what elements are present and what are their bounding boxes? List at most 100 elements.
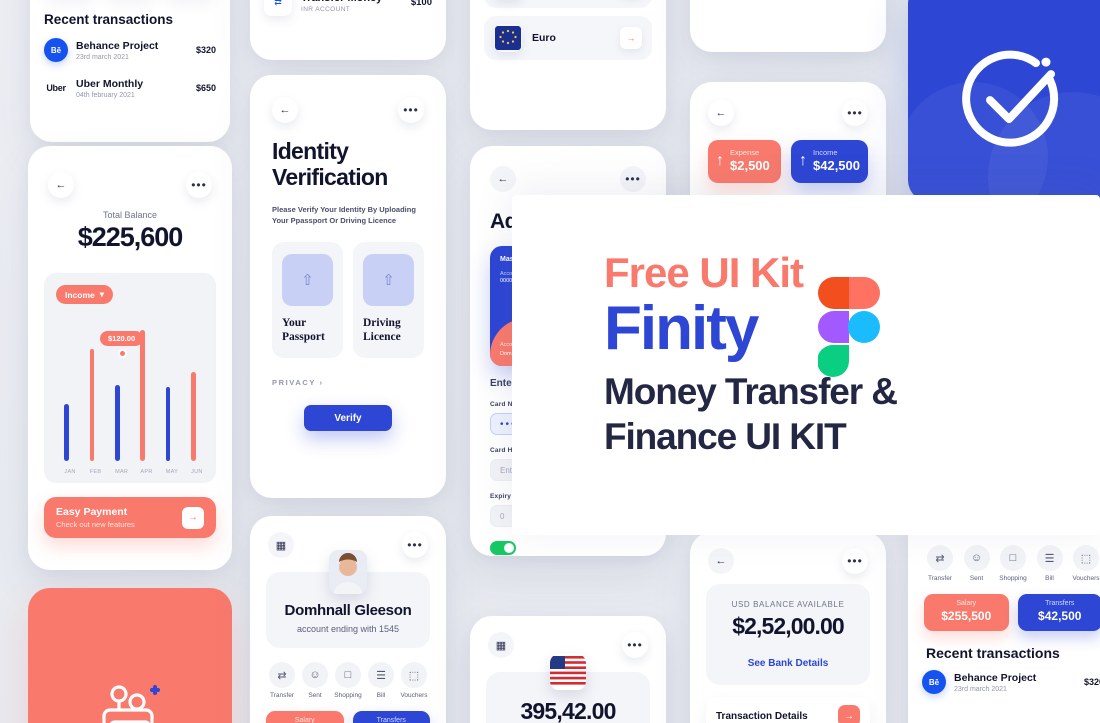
easy-payment-text: Easy Payment Check out new features xyxy=(56,506,135,529)
chart-bar[interactable] xyxy=(140,329,145,461)
quick-actions: ⇄ Transfer ☺ Sent □ Shopping ☰ Bill ⬚ Vouchers xyxy=(250,648,446,699)
quick-action-label: Vouchers xyxy=(1072,575,1100,582)
income-bar-chart: Income ▾ $120.00 JAN FEB MAR APR MAY JUN xyxy=(44,273,216,483)
person-icon: ☺ xyxy=(963,545,990,571)
more-dots-icon[interactable]: ••• xyxy=(398,97,424,123)
income-tile[interactable]: ↑ Income $42,500 xyxy=(791,140,868,183)
quick-action-shopping[interactable]: □ Shopping xyxy=(997,545,1029,582)
list-item-euro[interactable]: Euro → xyxy=(484,16,652,60)
transfers-button[interactable]: Transfers $42,500 xyxy=(1017,594,1100,631)
back-arrow-icon[interactable]: ← xyxy=(708,548,734,574)
arrow-up-icon: ↑ xyxy=(716,151,724,169)
card-header: ← ••• xyxy=(690,82,886,126)
chart-bar[interactable] xyxy=(165,387,171,461)
more-dots-icon[interactable]: ••• xyxy=(622,632,648,658)
privacy-label: PRIVACY xyxy=(272,378,316,388)
more-dots-icon[interactable]: ••• xyxy=(186,172,212,198)
upload-label: Driving Licence xyxy=(363,317,401,344)
arrow-up-icon: ↑ xyxy=(799,151,807,169)
easy-payment-banner[interactable]: Easy Payment Check out new features → xyxy=(44,497,216,538)
grid-icon[interactable]: ▦ xyxy=(268,532,294,558)
balance-label: USD BALANCE AVAILABLE xyxy=(731,600,845,609)
transaction-date: 23rd march 2021 xyxy=(954,685,1007,693)
profile-panel: Domhnall Gleeson account ending with 154… xyxy=(266,550,430,648)
eu-flag-icon xyxy=(494,24,522,52)
table-row[interactable]: Uber Uber Monthly 04th february 2021 $65… xyxy=(30,69,230,107)
income-text: Income $42,500 xyxy=(813,148,860,173)
quick-action-vouchers[interactable]: ⬚ Vouchers xyxy=(1070,545,1100,582)
see-bank-details-link[interactable]: See Bank Details xyxy=(716,658,860,669)
transfer-money-icon: ⇄ xyxy=(264,0,292,16)
figma-logo-icon xyxy=(818,277,880,377)
chart-bars xyxy=(44,313,216,461)
expense-text: Expense $2,500 xyxy=(730,148,770,173)
balance-amount: $2,52,00.00 xyxy=(732,613,845,639)
upload-icon: ⇧ xyxy=(363,254,414,306)
bill-icon: ☰ xyxy=(1036,545,1063,571)
quick-action-label: Transfer xyxy=(928,575,952,582)
save-card-toggle[interactable] xyxy=(490,541,516,555)
card-header: ← ••• xyxy=(28,146,232,198)
arrow-right-icon[interactable]: → xyxy=(182,506,204,529)
transaction-amount: $320 xyxy=(195,45,216,55)
income-label: Income xyxy=(813,148,838,157)
chart-bar[interactable] xyxy=(191,371,196,461)
arrow-right-icon[interactable]: → xyxy=(838,705,860,723)
salary-button[interactable]: Salary $255,500 xyxy=(924,594,1009,631)
upload-licence-option[interactable]: ⇧ Driving Licence xyxy=(353,242,424,359)
currency-list-card: US Dollar → Euro → xyxy=(470,0,666,130)
upload-passport-option[interactable]: ⇧ Your Passport xyxy=(272,242,343,359)
chart-filter-dropdown[interactable]: Income ▾ xyxy=(56,285,114,304)
chevron-right-icon: › xyxy=(319,378,324,388)
usd-balance-card: ← ••• USD BALANCE AVAILABLE $2,52,00.00 … xyxy=(690,532,886,723)
balance-panel: USD BALANCE AVAILABLE $2,52,00.00 See Ba… xyxy=(706,584,870,685)
grid-icon[interactable]: ▦ xyxy=(488,632,514,658)
back-arrow-icon[interactable]: ← xyxy=(272,97,298,123)
quick-action-sent[interactable]: ☺ Sent xyxy=(961,545,993,582)
arrow-right-icon[interactable]: → xyxy=(620,27,642,49)
list-item-us-dollar[interactable]: US Dollar → xyxy=(484,0,652,8)
profile-card: ▦ ••• Domhnall Gleeson account ending wi… xyxy=(250,516,446,723)
expense-tile[interactable]: ↑ Expense $2,500 xyxy=(708,140,781,183)
chart-bar[interactable] xyxy=(89,349,95,461)
upload-options: ⇧ Your Passport ⇧ Driving Licence xyxy=(250,226,446,359)
back-arrow-icon[interactable]: ← xyxy=(708,100,734,126)
quick-action-label: Bill xyxy=(1045,575,1054,582)
quick-actions: ⇄ Transfer ☺ Sent □ Shopping ☰ Bill ⬚ Vouchers xyxy=(908,531,1100,582)
row-text: Transfer Money INR ACCOUNT xyxy=(301,0,402,13)
quick-action-shopping[interactable]: □ Shopping xyxy=(332,662,364,699)
quick-action-bill[interactable]: ☰ Bill xyxy=(365,662,397,699)
quick-action-vouchers[interactable]: ⬚ Vouchers xyxy=(398,662,430,699)
chart-x-tick: MAR xyxy=(115,469,129,475)
list-item[interactable]: ⇄ Transfer Money INR ACCOUNT $100 xyxy=(250,0,446,26)
behance-logo-icon: Bē xyxy=(44,38,68,62)
table-row[interactable]: Bē Behance Project 23rd march 2021 $320 xyxy=(30,31,230,69)
verify-button[interactable]: Verify xyxy=(304,405,392,432)
privacy-link[interactable]: PRIVACY › xyxy=(250,358,446,387)
chart-bar[interactable] xyxy=(64,403,69,461)
transaction-details-row[interactable]: Transaction Details → xyxy=(706,697,870,723)
recent-transactions-title: Recent transactions xyxy=(44,12,174,27)
quick-action-transfer[interactable]: ⇄ Transfer xyxy=(924,545,956,582)
salary-label: Salary xyxy=(956,600,977,607)
chart-bar[interactable] xyxy=(115,384,120,461)
transfers-button[interactable]: Transfers $42,500 xyxy=(352,711,430,723)
transaction-info: Uber Monthly 04th february 2021 xyxy=(76,78,188,99)
back-arrow-icon[interactable]: ← xyxy=(48,172,74,198)
transaction-amount: $650 xyxy=(195,83,216,93)
salary-button[interactable]: Salary $255,500 xyxy=(266,711,344,723)
quick-action-bill[interactable]: ☰ Bill xyxy=(1034,545,1066,582)
table-row[interactable]: Uber Uber Monthly 04th february 2021 $65… xyxy=(690,0,886,5)
table-row[interactable]: Bē Behance Project 23rd march 2021 $320 xyxy=(908,663,1100,701)
more-dots-icon[interactable]: ••• xyxy=(620,166,646,192)
back-arrow-icon[interactable]: ← xyxy=(490,166,516,192)
quick-action-transfer[interactable]: ⇄ Transfer xyxy=(266,662,298,699)
more-dots-icon[interactable]: ••• xyxy=(842,548,868,574)
quick-action-sent[interactable]: ☺ Sent xyxy=(299,662,331,699)
more-dots-icon[interactable]: ••• xyxy=(402,532,428,558)
more-dots-icon[interactable]: ••• xyxy=(842,100,868,126)
illustration-card xyxy=(28,588,232,723)
expense-value: $2,500 xyxy=(730,158,770,173)
chart-x-tick: JUN xyxy=(191,469,203,475)
chart-x-tick: FEB xyxy=(89,469,102,475)
